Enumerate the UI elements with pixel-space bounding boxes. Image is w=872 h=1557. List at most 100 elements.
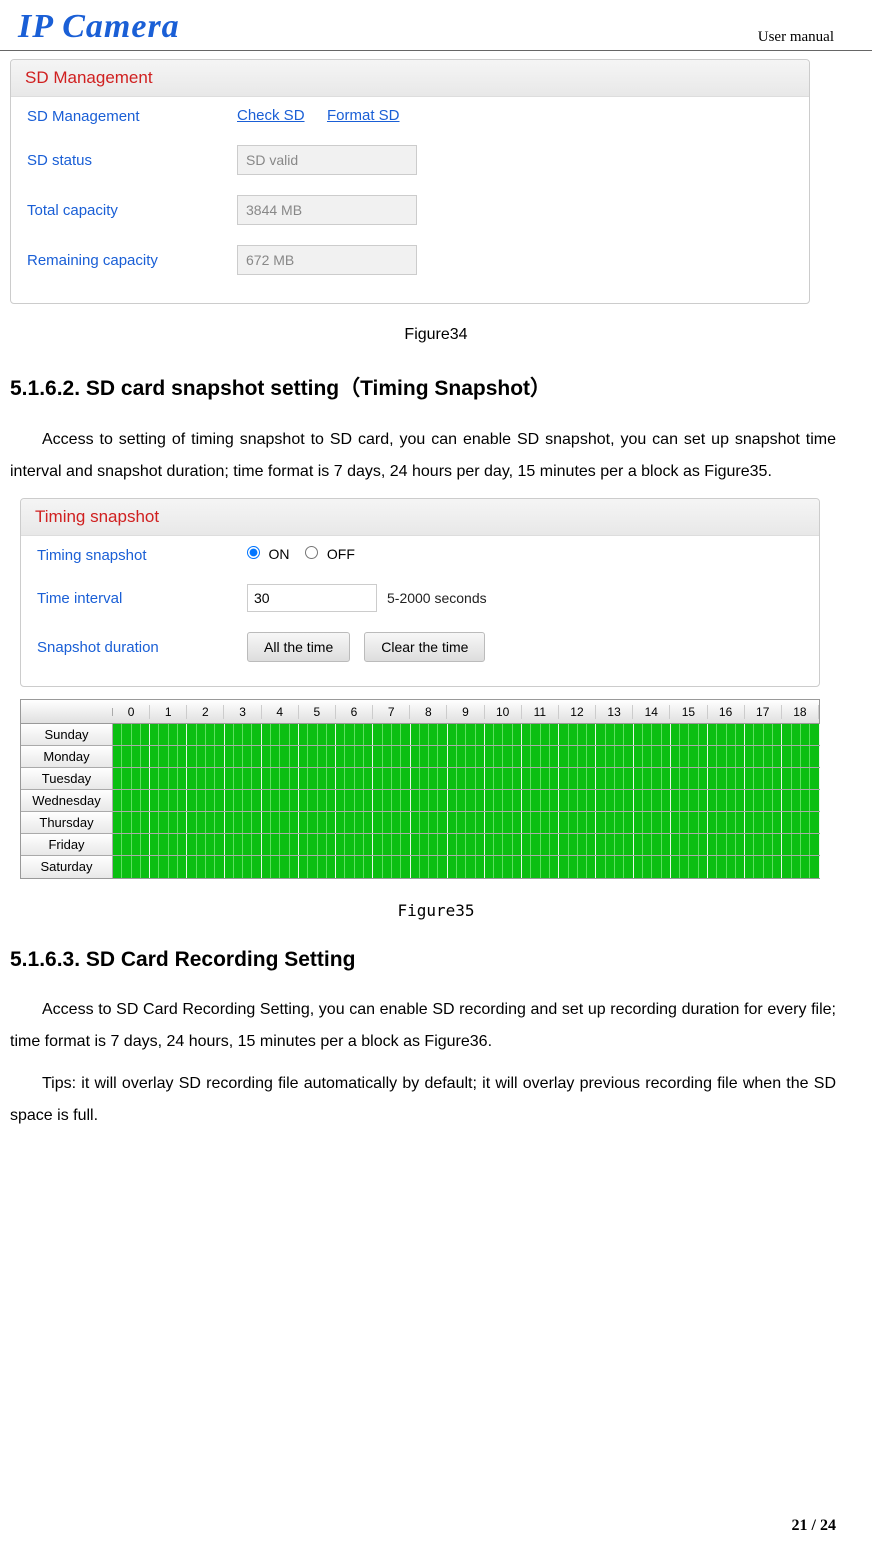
schedule-block[interactable]	[169, 790, 178, 811]
schedule-block[interactable]	[132, 724, 141, 745]
schedule-block[interactable]	[476, 724, 485, 745]
schedule-block[interactable]	[634, 724, 643, 745]
schedule-block[interactable]	[652, 724, 661, 745]
schedule-block[interactable]	[587, 746, 596, 767]
schedule-block[interactable]	[401, 790, 410, 811]
schedule-block[interactable]	[485, 768, 494, 789]
schedule-block[interactable]	[792, 812, 801, 833]
schedule-block[interactable]	[569, 746, 578, 767]
schedule-block[interactable]	[531, 746, 540, 767]
schedule-block[interactable]	[662, 724, 671, 745]
schedule-block[interactable]	[187, 834, 196, 855]
schedule-block[interactable]	[773, 724, 782, 745]
schedule-block[interactable]	[652, 790, 661, 811]
schedule-block[interactable]	[392, 768, 401, 789]
schedule-block[interactable]	[429, 812, 438, 833]
schedule-block[interactable]	[745, 790, 754, 811]
schedule-block[interactable]	[429, 768, 438, 789]
schedule-block[interactable]	[624, 856, 633, 878]
schedule-block[interactable]	[290, 856, 299, 878]
schedule-block[interactable]	[159, 724, 168, 745]
schedule-block[interactable]	[299, 768, 308, 789]
schedule-block[interactable]	[280, 812, 289, 833]
schedule-block[interactable]	[141, 768, 150, 789]
schedule-block[interactable]	[522, 768, 531, 789]
schedule-block[interactable]	[689, 856, 698, 878]
schedule-block[interactable]	[708, 856, 717, 878]
schedule-block[interactable]	[559, 724, 568, 745]
schedule-block[interactable]	[252, 768, 261, 789]
schedule-blocks[interactable]	[113, 768, 819, 789]
schedule-block[interactable]	[457, 724, 466, 745]
schedule-block[interactable]	[615, 790, 624, 811]
schedule-block[interactable]	[717, 746, 726, 767]
schedule-block[interactable]	[736, 746, 745, 767]
schedule-block[interactable]	[578, 856, 587, 878]
schedule-block[interactable]	[569, 812, 578, 833]
schedule-block[interactable]	[764, 724, 773, 745]
schedule-block[interactable]	[318, 746, 327, 767]
schedule-block[interactable]	[299, 834, 308, 855]
schedule-block[interactable]	[624, 768, 633, 789]
schedule-block[interactable]	[624, 724, 633, 745]
schedule-block[interactable]	[345, 812, 354, 833]
schedule-block[interactable]	[634, 856, 643, 878]
schedule-block[interactable]	[392, 812, 401, 833]
schedule-block[interactable]	[448, 724, 457, 745]
on-radio-wrap[interactable]: ON	[247, 546, 305, 564]
schedule-block[interactable]	[792, 768, 801, 789]
schedule-block[interactable]	[494, 812, 503, 833]
schedule-block[interactable]	[420, 834, 429, 855]
schedule-block[interactable]	[448, 834, 457, 855]
schedule-block[interactable]	[764, 746, 773, 767]
schedule-block[interactable]	[736, 834, 745, 855]
schedule-block[interactable]	[438, 834, 447, 855]
schedule-block[interactable]	[243, 790, 252, 811]
schedule-block[interactable]	[122, 812, 131, 833]
schedule-block[interactable]	[252, 834, 261, 855]
schedule-block[interactable]	[606, 856, 615, 878]
schedule-block[interactable]	[717, 790, 726, 811]
schedule-block[interactable]	[606, 746, 615, 767]
schedule-block[interactable]	[178, 834, 187, 855]
schedule-block[interactable]	[708, 768, 717, 789]
schedule-block[interactable]	[671, 856, 680, 878]
schedule-block[interactable]	[727, 834, 736, 855]
schedule-block[interactable]	[727, 790, 736, 811]
schedule-block[interactable]	[113, 724, 122, 745]
schedule-block[interactable]	[634, 768, 643, 789]
schedule-block[interactable]	[801, 790, 810, 811]
schedule-block[interactable]	[345, 856, 354, 878]
schedule-block[interactable]	[485, 724, 494, 745]
schedule-block[interactable]	[122, 834, 131, 855]
schedule-block[interactable]	[271, 856, 280, 878]
schedule-block[interactable]	[132, 790, 141, 811]
schedule-block[interactable]	[225, 812, 234, 833]
schedule-block[interactable]	[522, 790, 531, 811]
schedule-block[interactable]	[596, 724, 605, 745]
schedule-block[interactable]	[550, 768, 559, 789]
schedule-block[interactable]	[671, 768, 680, 789]
schedule-block[interactable]	[708, 790, 717, 811]
schedule-block[interactable]	[392, 790, 401, 811]
schedule-block[interactable]	[810, 746, 819, 767]
schedule-block[interactable]	[708, 834, 717, 855]
schedule-block[interactable]	[327, 724, 336, 745]
schedule-block[interactable]	[280, 768, 289, 789]
schedule-block[interactable]	[485, 834, 494, 855]
schedule-block[interactable]	[727, 856, 736, 878]
schedule-block[interactable]	[531, 790, 540, 811]
schedule-block[interactable]	[169, 724, 178, 745]
schedule-block[interactable]	[689, 790, 698, 811]
schedule-block[interactable]	[178, 724, 187, 745]
schedule-block[interactable]	[643, 856, 652, 878]
schedule-block[interactable]	[466, 856, 475, 878]
schedule-block[interactable]	[550, 856, 559, 878]
schedule-block[interactable]	[522, 724, 531, 745]
schedule-block[interactable]	[364, 856, 373, 878]
schedule-block[interactable]	[290, 724, 299, 745]
schedule-block[interactable]	[383, 746, 392, 767]
schedule-block[interactable]	[150, 812, 159, 833]
schedule-block[interactable]	[448, 856, 457, 878]
schedule-block[interactable]	[559, 746, 568, 767]
